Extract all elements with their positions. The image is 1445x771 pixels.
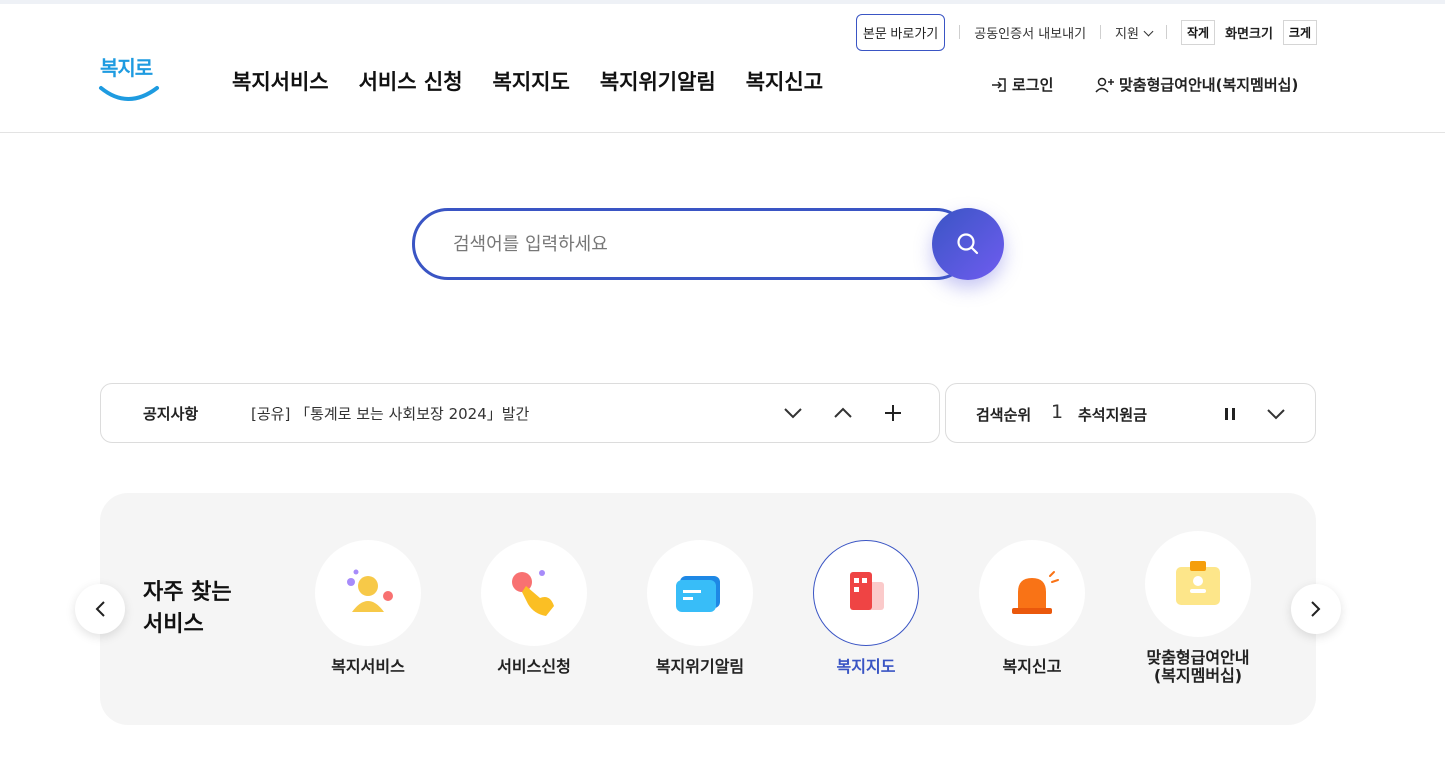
membership-label: 맞춤형급여안내(복지멤버십) [1119, 76, 1299, 94]
chevron-left-icon [95, 601, 105, 617]
title-line-1: 자주 찾는 [143, 580, 232, 605]
chevron-down-icon [1267, 409, 1285, 420]
support-dropdown[interactable]: 지원 [1115, 23, 1154, 42]
siren-icon [1012, 571, 1059, 614]
chevron-down-icon [784, 408, 802, 419]
notice-bar: 공지사항 [공유] 「통계로 보는 사회보장 2024」발간 [100, 383, 940, 443]
divider [1165, 25, 1167, 39]
quick-item-label-active: 복지지도 [836, 657, 896, 676]
membership-label-line2: (복지멤버십) [1153, 666, 1243, 685]
smile-logo-icon [99, 86, 159, 101]
plus-icon [885, 405, 901, 421]
quick-item-label: 복지서비스 [331, 657, 405, 676]
login-icon [992, 77, 1006, 92]
quick-icon-circle [315, 540, 421, 646]
font-small-button[interactable]: 작게 [1180, 19, 1216, 45]
pause-icon [1225, 408, 1235, 420]
utility-bar: 본문 바로가기 공동인증서 내보내기 지원 작게 화면크기 크게 [855, 13, 1317, 51]
quick-item-welfare-report[interactable]: 복지신고 [952, 540, 1112, 676]
divider [1100, 25, 1102, 39]
search-icon [957, 233, 979, 255]
notice-label: 공지사항 [143, 404, 199, 423]
rank-number: 1 [1051, 401, 1064, 423]
quick-item-crisis-alert[interactable]: 복지위기알림 [620, 540, 780, 676]
quick-item-label: 복지신고 [1002, 657, 1062, 676]
main-nav: 복지서비스 서비스 신청 복지지도 복지위기알림 복지신고 [232, 66, 823, 96]
frequent-services: 자주 찾는 서비스 복지서비스 서비스신청 복지위기알림 복지지도 복지신고 맞… [100, 493, 1316, 725]
search-button[interactable] [932, 208, 1004, 280]
search-rank-bar: 검색순위 1 추석지원금 [945, 383, 1316, 443]
nav-welfare-report[interactable]: 복지신고 [746, 66, 823, 96]
quick-icon-circle [481, 540, 587, 646]
notice-more-button[interactable] [881, 401, 905, 425]
carousel-next-button[interactable] [1291, 584, 1341, 634]
building-map-icon [850, 572, 884, 610]
divider [959, 25, 961, 39]
notice-next-button[interactable] [781, 401, 805, 425]
login-link[interactable]: 로그인 [990, 74, 1053, 95]
skip-to-content-button[interactable]: 본문 바로가기 [855, 13, 946, 51]
search-box [412, 208, 1004, 280]
rank-pause-button[interactable] [1218, 402, 1242, 426]
user-plus-icon [1095, 77, 1114, 93]
frequent-services-title: 자주 찾는 서비스 [143, 577, 232, 641]
site-header: 본문 바로가기 공동인증서 내보내기 지원 작게 화면크기 크게 복지로 복지서… [0, 4, 1445, 133]
search-input[interactable] [412, 208, 972, 280]
id-badge-icon [1176, 561, 1220, 605]
support-label: 지원 [1115, 26, 1139, 42]
nav-welfare-service[interactable]: 복지서비스 [232, 66, 329, 96]
hand-pointer-icon [512, 570, 554, 616]
membership-label-line1: 맞춤형급여안내 [1146, 648, 1250, 667]
quick-item-service-apply[interactable]: 서비스신청 [454, 540, 614, 676]
font-size-label: 화면크기 [1225, 26, 1273, 42]
quick-item-welfare-map[interactable]: 복지지도 [786, 540, 946, 676]
carousel-prev-button[interactable] [75, 584, 125, 634]
rank-keyword-link[interactable]: 추석지원금 [1078, 404, 1147, 425]
quick-item-label: 맞춤형급여안내 (복지멤버십) [1118, 649, 1278, 685]
nav-welfare-map[interactable]: 복지지도 [493, 66, 570, 96]
login-label: 로그인 [1012, 76, 1054, 94]
membership-link[interactable]: 맞춤형급여안내(복지멤버십) [1095, 74, 1298, 95]
message-icon [676, 576, 720, 612]
chevron-right-icon [1311, 601, 1321, 617]
nav-service-apply[interactable]: 서비스 신청 [359, 66, 463, 96]
quick-icon-circle [647, 540, 753, 646]
rank-expand-button[interactable] [1264, 402, 1288, 426]
notice-text-link[interactable]: [공유] 「통계로 보는 사회보장 2024」발간 [251, 403, 529, 424]
quick-icon-circle [1145, 531, 1251, 637]
person-icon [347, 569, 393, 612]
nav-crisis-alert[interactable]: 복지위기알림 [600, 66, 716, 96]
title-line-2: 서비스 [143, 612, 204, 637]
chevron-up-icon [834, 407, 852, 418]
chevron-down-icon [1143, 26, 1154, 36]
rank-label: 검색순위 [976, 406, 1032, 424]
notice-prev-button[interactable] [831, 401, 855, 425]
quick-item-membership[interactable]: 맞춤형급여안내 (복지멤버십) [1118, 531, 1278, 685]
site-logo[interactable]: 복지로 [98, 52, 160, 106]
certificate-export-link[interactable]: 공동인증서 내보내기 [974, 23, 1086, 42]
quick-item-label: 서비스신청 [497, 657, 571, 676]
quick-icon-circle [979, 540, 1085, 646]
quick-item-welfare-service[interactable]: 복지서비스 [288, 540, 448, 676]
font-large-button[interactable]: 크게 [1282, 19, 1317, 45]
quick-icon-circle-active [813, 540, 919, 646]
quick-item-label: 복지위기알림 [655, 657, 745, 676]
